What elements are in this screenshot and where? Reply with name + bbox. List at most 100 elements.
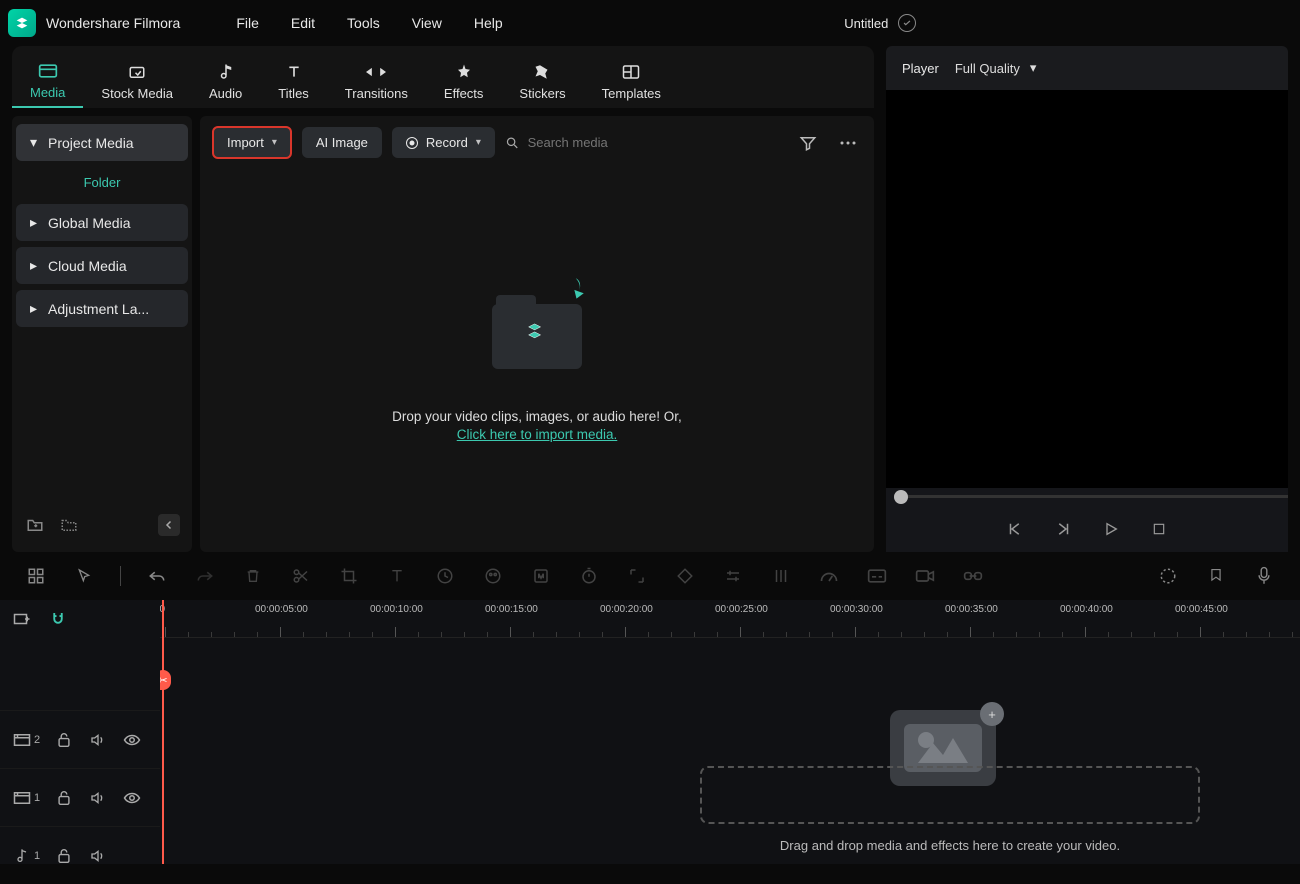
track-area[interactable]: 00:0000:00:05:0000:00:10:0000:00:15:0000… (160, 600, 1300, 864)
filter-icon[interactable] (794, 129, 822, 157)
cursor-icon[interactable] (72, 564, 96, 588)
player-controls (886, 506, 1288, 552)
magnet-icon[interactable] (48, 609, 68, 629)
new-folder-icon[interactable] (24, 514, 46, 536)
keyframe-icon[interactable] (673, 564, 697, 588)
subtitle-icon[interactable] (865, 564, 889, 588)
stock-icon (127, 62, 147, 82)
speed-icon[interactable] (433, 564, 457, 588)
play-button[interactable] (1099, 517, 1123, 541)
playhead[interactable]: ✂ (162, 600, 164, 864)
time-label: 00:00:05:00 (255, 604, 308, 615)
search-input[interactable] (528, 135, 784, 150)
media-sidebar: ▾ Project Media Folder ▸ Global Media ▸ … (12, 116, 192, 552)
track-header-audio-1: 1 (0, 826, 160, 884)
stop-button[interactable] (1147, 517, 1171, 541)
mute-icon[interactable] (88, 730, 108, 750)
audio-mixer-icon[interactable] (769, 564, 793, 588)
menu-edit[interactable]: Edit (275, 9, 331, 37)
link-icon[interactable] (961, 564, 985, 588)
visibility-icon[interactable] (122, 788, 142, 808)
time-label: 00:00:30:00 (830, 604, 883, 615)
main-tabs: Media Stock Media Audio Titles Transitio… (12, 46, 874, 108)
tab-effects[interactable]: Effects (426, 54, 502, 108)
tab-stickers[interactable]: Stickers (501, 54, 583, 108)
timer-icon[interactable] (577, 564, 601, 588)
undo-icon[interactable] (145, 564, 169, 588)
time-label: 00:00:20:00 (600, 604, 653, 615)
delete-folder-icon[interactable] (58, 514, 80, 536)
mute-icon[interactable] (88, 788, 108, 808)
crop-icon[interactable] (337, 564, 361, 588)
split-icon[interactable] (289, 564, 313, 588)
media-icon (38, 61, 58, 81)
playhead-handle[interactable]: ✂ (160, 670, 171, 690)
camera-icon[interactable] (913, 564, 937, 588)
menu-tools[interactable]: Tools (331, 9, 396, 37)
sync-status-icon[interactable] (898, 14, 916, 32)
color-icon[interactable] (481, 564, 505, 588)
adjust-icon[interactable] (721, 564, 745, 588)
plus-icon: + (980, 702, 1004, 726)
add-track-icon[interactable] (12, 609, 32, 629)
media-panel: Import ▾ AI Image Record ▾ (200, 116, 874, 552)
video-track-icon (12, 788, 32, 808)
import-button[interactable]: Import ▾ (212, 126, 292, 159)
ai-tool-icon[interactable] (529, 564, 553, 588)
step-forward-button[interactable] (1051, 517, 1075, 541)
app-name: Wondershare Filmora (46, 15, 180, 31)
mute-icon[interactable] (88, 846, 108, 866)
menu-help[interactable]: Help (458, 9, 519, 37)
tab-audio[interactable]: Audio (191, 54, 260, 108)
templates-icon (621, 62, 641, 82)
app-logo (8, 9, 36, 37)
sidebar-item-project-media[interactable]: ▾ Project Media (16, 124, 188, 161)
menu-file[interactable]: File (220, 9, 275, 37)
time-label: 00:00:15:00 (485, 604, 538, 615)
sidebar-item-global-media[interactable]: ▸ Global Media (16, 204, 188, 241)
scrubber-handle[interactable] (894, 490, 908, 504)
tab-templates[interactable]: Templates (584, 54, 679, 108)
mic-icon[interactable] (1252, 564, 1276, 588)
expand-icon[interactable] (625, 564, 649, 588)
text-tool-icon[interactable] (385, 564, 409, 588)
prev-frame-button[interactable] (1003, 517, 1027, 541)
record-button[interactable]: Record ▾ (392, 127, 495, 158)
tab-titles[interactable]: Titles (260, 54, 327, 108)
quality-select[interactable]: Full Quality ▾ (955, 60, 1037, 76)
lock-icon[interactable] (54, 788, 74, 808)
redo-icon[interactable] (193, 564, 217, 588)
delete-icon[interactable] (241, 564, 265, 588)
sidebar-item-cloud-media[interactable]: ▸ Cloud Media (16, 247, 188, 284)
speedometer-icon[interactable] (817, 564, 841, 588)
sidebar-item-folder[interactable]: Folder (16, 161, 188, 204)
menu-view[interactable]: View (396, 9, 458, 37)
import-media-link[interactable]: Click here to import media. (457, 427, 618, 442)
player-scrubber[interactable] (886, 488, 1288, 506)
project-title: Untitled (844, 16, 888, 31)
tab-stock-media[interactable]: Stock Media (83, 54, 191, 108)
transitions-icon (366, 62, 386, 82)
tab-transitions[interactable]: Transitions (327, 54, 426, 108)
ai-image-button[interactable]: AI Image (302, 127, 382, 158)
tab-media[interactable]: Media (12, 54, 83, 108)
drop-text: Drop your video clips, images, or audio … (392, 409, 682, 424)
chevron-down-icon: ▾ (476, 137, 481, 148)
media-drop-area[interactable]: Drop your video clips, images, or audio … (200, 169, 874, 552)
video-track-icon (12, 730, 32, 750)
timeline-hint: Drag and drop media and effects here to … (700, 838, 1200, 853)
timeline-drop-zone[interactable] (700, 766, 1200, 824)
titles-icon (284, 62, 304, 82)
player-viewport[interactable] (886, 90, 1288, 488)
timeline-ruler[interactable]: 00:0000:00:05:0000:00:10:0000:00:15:0000… (160, 600, 1300, 638)
layout-icon[interactable] (24, 564, 48, 588)
collapse-sidebar-icon[interactable] (158, 514, 180, 536)
lock-icon[interactable] (54, 730, 74, 750)
lock-icon[interactable] (54, 846, 74, 866)
visibility-icon[interactable] (122, 730, 142, 750)
more-icon[interactable] (834, 129, 862, 157)
sidebar-item-adjustment-layer[interactable]: ▸ Adjustment La... (16, 290, 188, 327)
audio-track-icon (12, 846, 32, 866)
marker-icon[interactable] (1204, 564, 1228, 588)
render-icon[interactable] (1156, 564, 1180, 588)
